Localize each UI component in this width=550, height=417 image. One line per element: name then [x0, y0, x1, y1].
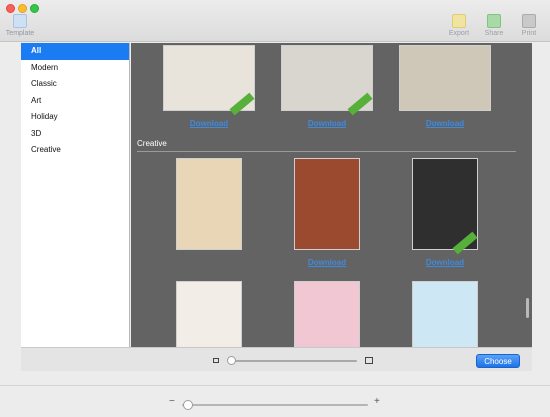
section-divider — [137, 151, 516, 152]
premium-ribbon — [229, 92, 255, 116]
export-label: Export — [448, 30, 470, 37]
premium-ribbon — [452, 231, 478, 255]
section-title: Creative — [137, 139, 167, 148]
sidebar-item-all[interactable]: All — [21, 43, 129, 60]
download-link[interactable]: Download — [399, 258, 491, 267]
zoom-in-button[interactable]: + — [374, 396, 380, 407]
zoom-slider[interactable] — [182, 404, 368, 406]
download-link[interactable]: Download — [281, 258, 373, 267]
share-label: Share — [484, 30, 504, 37]
scrollbar-thumb[interactable] — [526, 298, 529, 318]
template-label: Template — [5, 30, 35, 37]
large-thumbnail-icon — [365, 357, 373, 364]
close-window-button[interactable] — [6, 4, 15, 13]
category-sidebar: All Modern Classic Art Holiday 3D Creati… — [21, 43, 130, 347]
sidebar-item-3d[interactable]: 3D — [21, 126, 129, 143]
print-label: Print — [521, 30, 537, 37]
print-button[interactable]: Print — [509, 14, 549, 37]
sidebar-item-classic[interactable]: Classic — [21, 76, 129, 93]
download-link[interactable]: Download — [399, 119, 491, 128]
choose-button[interactable]: Choose — [476, 354, 520, 368]
premium-ribbon — [347, 92, 373, 116]
minimize-window-button[interactable] — [18, 4, 27, 13]
share-button[interactable]: Share — [474, 14, 514, 37]
download-link[interactable]: Download — [281, 119, 373, 128]
title-bar: Template Export Share Print — [0, 0, 550, 42]
template-button[interactable]: Template — [0, 14, 40, 37]
share-icon — [487, 14, 501, 28]
template-thumbnail-3[interactable] — [399, 45, 491, 111]
template-thumbnail-6[interactable] — [412, 158, 478, 255]
sidebar-item-holiday[interactable]: Holiday — [21, 109, 129, 126]
maximize-window-button[interactable] — [30, 4, 39, 13]
template-sheet: All Modern Classic Art Holiday 3D Creati… — [21, 43, 532, 371]
template-icon — [13, 14, 27, 28]
print-icon — [522, 14, 536, 28]
template-thumbnail-1[interactable] — [163, 45, 255, 116]
small-thumbnail-icon — [213, 358, 219, 363]
thumbnail-size-slider-thumb[interactable] — [227, 356, 236, 365]
export-icon — [452, 14, 466, 28]
template-thumbnail-2[interactable] — [281, 45, 373, 116]
sheet-bottom-bar: Choose — [21, 347, 532, 371]
template-thumbnail-4[interactable] — [176, 158, 242, 250]
sidebar-item-creative[interactable]: Creative — [21, 142, 129, 159]
sidebar-item-modern[interactable]: Modern — [21, 60, 129, 77]
template-grid: Download Download Download Creative Down… — [131, 43, 532, 347]
zoom-out-button[interactable]: − — [169, 396, 175, 407]
template-thumbnail-8[interactable] — [294, 281, 360, 347]
thumbnail-size-slider[interactable] — [228, 360, 357, 362]
download-link[interactable]: Download — [163, 119, 255, 128]
template-thumbnail-9[interactable] — [412, 281, 478, 347]
app-window: Template Export Share Print All Modern C… — [0, 0, 550, 417]
export-button[interactable]: Export — [439, 14, 479, 37]
zoom-slider-thumb[interactable] — [183, 400, 193, 410]
template-thumbnail-7[interactable] — [176, 281, 242, 347]
sidebar-item-art[interactable]: Art — [21, 93, 129, 110]
footer-bar: − + — [0, 385, 550, 417]
template-thumbnail-5[interactable] — [294, 158, 360, 250]
